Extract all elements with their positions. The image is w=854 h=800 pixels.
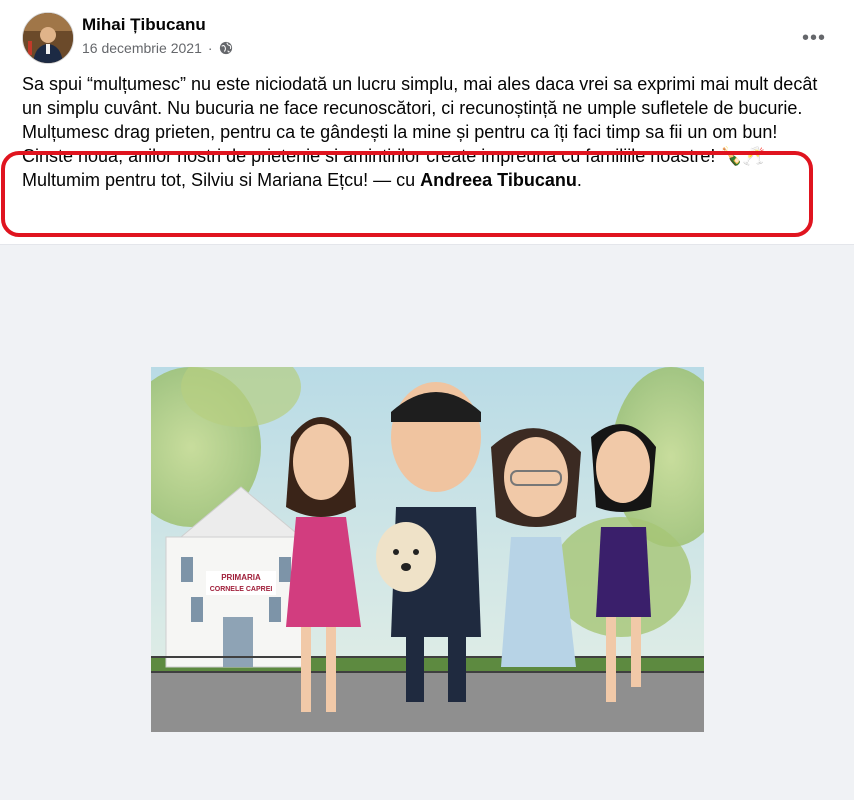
post-paragraph-2: Cinste noua, anilor nostri de prietenie … — [22, 146, 766, 166]
tagged-person-link[interactable]: Andreea Tibucanu — [420, 170, 577, 190]
post-meta: 16 decembrie 2021 · — [82, 40, 233, 56]
post-paragraph-3: Multumim pentru tot, Silviu si Mariana E… — [22, 168, 822, 192]
post-text: Sa spui “mulțumesc” nu este niciodată un… — [22, 72, 822, 192]
building-sign-line1: PRIMARIA — [221, 573, 261, 582]
separator-dot: · — [207, 40, 213, 56]
avatar[interactable] — [22, 12, 74, 64]
post-paragraph-3-text: Multumim pentru tot, Silviu si Mariana E… — [22, 170, 421, 190]
post-date[interactable]: 16 decembrie 2021 — [82, 40, 202, 56]
facebook-post: Mihai Țibucanu 16 decembrie 2021 · ••• S… — [0, 0, 854, 800]
post-header: Mihai Țibucanu 16 decembrie 2021 · ••• — [22, 12, 832, 64]
post-paragraph-3-end: . — [576, 170, 582, 190]
photo-container[interactable]: PRIMARIA CORNELE CAPREI — [0, 244, 854, 800]
avatar-portrait-icon — [23, 13, 73, 63]
more-options-button[interactable]: ••• — [796, 20, 832, 56]
globe-icon[interactable] — [219, 41, 233, 55]
building-sign-line2: CORNELE CAPREI — [210, 586, 273, 593]
caricature-photo[interactable]: PRIMARIA CORNELE CAPREI — [151, 367, 704, 732]
author-name[interactable]: Mihai Țibucanu — [82, 15, 206, 35]
dog — [376, 522, 436, 592]
post-paragraph-1: Sa spui “mulțumesc” nu este niciodată un… — [22, 74, 818, 142]
